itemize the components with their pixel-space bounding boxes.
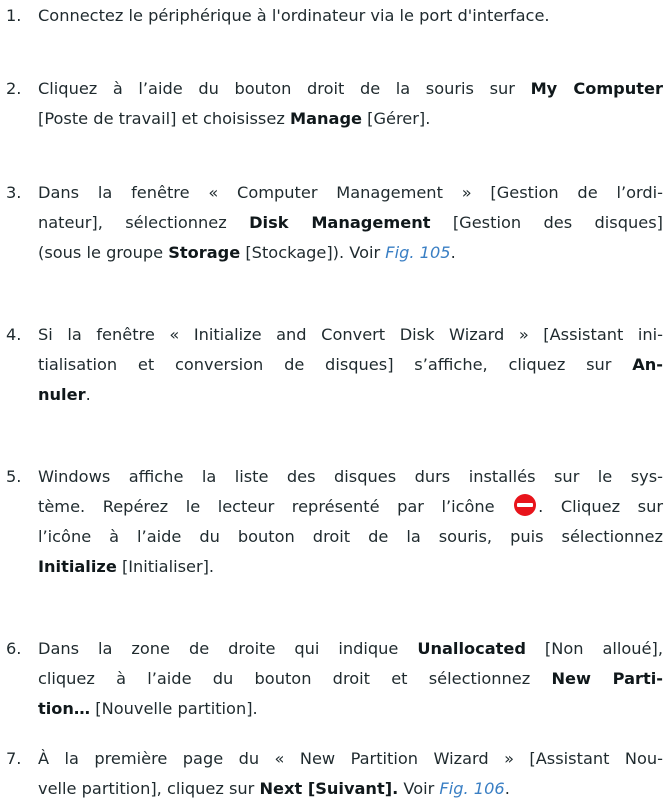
- list-item: 6. Dans la zone de droite qui indique Una…: [0, 634, 663, 724]
- text-line: À la première page du « New Partition Wi…: [38, 744, 663, 774]
- text-run: [Gestion des disques]: [430, 213, 663, 232]
- step-number: 2.: [6, 79, 22, 98]
- ui-term: Disk Management: [249, 213, 431, 232]
- text-run: Voir: [398, 779, 440, 798]
- step-text: Si la fenêtre « Initialize and Convert D…: [38, 320, 663, 410]
- text-run: .: [85, 385, 91, 404]
- text-run: .: [504, 779, 510, 798]
- text-line: Windows affiche la liste des disques dur…: [38, 462, 663, 492]
- text-run: Cliquez à l’aide du bouton droit de la s…: [38, 79, 531, 98]
- text-run: [Poste de travail] et choisissez: [38, 109, 290, 128]
- step-number: 6.: [6, 639, 22, 658]
- drive-icon: [514, 494, 537, 516]
- text-run: [Gérer].: [362, 109, 431, 128]
- text-line: nuler.: [38, 380, 663, 410]
- text-run: velle partition], cliquez sur: [38, 779, 260, 798]
- text-run: Connectez le périphérique à l'ordinateur…: [38, 6, 550, 25]
- text-run: .: [450, 243, 456, 262]
- instruction-list: 1. Connectez le périphérique à l'ordinate…: [0, 0, 671, 798]
- ui-term: Unallocated: [417, 639, 526, 658]
- step-number: 5.: [6, 467, 22, 486]
- text-line: Initialize [Initialiser].: [38, 552, 663, 582]
- text-run: Dans la zone de droite qui indique: [38, 639, 418, 658]
- list-item: 5. Windows affiche la liste des disques d…: [0, 462, 663, 582]
- step-text: Windows affiche la liste des disques dur…: [38, 462, 663, 582]
- list-item: 7. À la première page du « New Partition …: [0, 744, 663, 804]
- ui-term: Storage: [168, 243, 241, 262]
- text-run: (sous le groupe: [38, 243, 169, 262]
- text-line: Cliquez à l’aide du bouton droit de la s…: [38, 74, 663, 104]
- text-run: l’icône à l’aide du bouton droit de la s…: [38, 527, 663, 546]
- figure-reference-link[interactable]: Fig. 105: [385, 243, 450, 262]
- text-run: [Initialiser].: [116, 557, 215, 576]
- ui-term: An-: [632, 355, 663, 374]
- step-number: 7.: [6, 749, 22, 768]
- ui-term: Manage: [289, 109, 363, 128]
- text-line: Dans la fenêtre « Computer Management » …: [38, 178, 663, 208]
- text-line: velle partition], cliquez sur Next [Suiv…: [38, 774, 663, 804]
- step-text: Cliquez à l’aide du bouton droit de la s…: [38, 74, 663, 134]
- text-line: tème. Repérez le lecteur représenté par …: [38, 492, 663, 522]
- step-text: À la première page du « New Partition Wi…: [38, 744, 663, 804]
- text-run: tème. Repérez le lecteur représenté par …: [38, 497, 513, 516]
- text-run: À la première page du « New Partition Wi…: [38, 749, 663, 768]
- ui-term: My Computer: [530, 79, 663, 98]
- text-line: l’icône à l’aide du bouton droit de la s…: [38, 522, 663, 552]
- ui-term: Initialize: [38, 557, 117, 576]
- figure-reference-link[interactable]: Fig. 106: [439, 779, 504, 798]
- step-number: 3.: [6, 183, 22, 202]
- ui-term: Next [Suivant].: [259, 779, 399, 798]
- text-line: tion… [Nouvelle partition].: [38, 694, 663, 724]
- text-run: [Stockage]). Voir: [240, 243, 386, 262]
- text-run: Si la fenêtre « Initialize and Convert D…: [38, 325, 663, 344]
- text-run: . Cliquez sur: [538, 497, 663, 516]
- text-line: Si la fenêtre « Initialize and Convert D…: [38, 320, 663, 350]
- step-text: Dans la zone de droite qui indique Unall…: [38, 634, 663, 724]
- ui-term: New Parti-: [551, 669, 663, 688]
- list-item: 4. Si la fenêtre « Initialize and Convert…: [0, 320, 663, 410]
- list-item: 1. Connectez le périphérique à l'ordinate…: [0, 1, 663, 31]
- text-run: tialisation et conversion de disques] s’…: [38, 355, 633, 374]
- text-run: nateur], sélectionnez: [38, 213, 250, 232]
- list-item: 3. Dans la fenêtre « Computer Management …: [0, 178, 663, 268]
- ui-term: tion…: [38, 699, 91, 718]
- text-run: Windows affiche la liste des disques dur…: [38, 467, 663, 486]
- text-run: Dans la fenêtre « Computer Management » …: [38, 183, 663, 202]
- text-run: cliquez à l’aide du bouton droit et séle…: [38, 669, 552, 688]
- text-line: nateur], sélectionnez Disk Management [G…: [38, 208, 663, 238]
- text-run: [Non alloué],: [525, 639, 663, 658]
- text-line: (sous le groupe Storage [Stockage]). Voi…: [38, 238, 663, 268]
- text-line: Connectez le périphérique à l'ordinateur…: [38, 1, 663, 31]
- text-line: tialisation et conversion de disques] s’…: [38, 350, 663, 380]
- ui-term: nuler: [38, 385, 86, 404]
- step-text: Dans la fenêtre « Computer Management » …: [38, 178, 663, 268]
- text-run: [Nouvelle partition].: [90, 699, 258, 718]
- list-item: 2. Cliquez à l’aide du bouton droit de la…: [0, 74, 663, 134]
- text-line: [Poste de travail] et choisissez Manage …: [38, 104, 663, 134]
- step-number: 4.: [6, 325, 22, 344]
- step-number: 1.: [6, 6, 22, 25]
- text-line: cliquez à l’aide du bouton droit et séle…: [38, 664, 663, 694]
- step-text: Connectez le périphérique à l'ordinateur…: [38, 1, 663, 31]
- text-line: Dans la zone de droite qui indique Unall…: [38, 634, 663, 664]
